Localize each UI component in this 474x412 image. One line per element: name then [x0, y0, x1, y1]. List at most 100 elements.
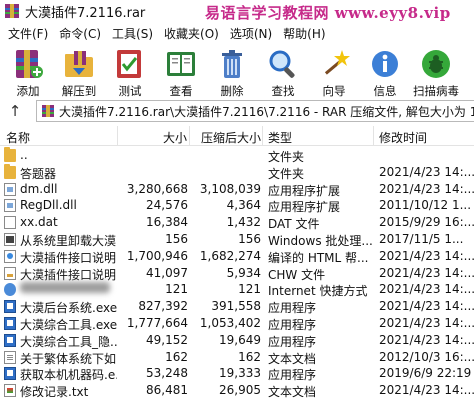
info-icon [372, 51, 398, 77]
file-row[interactable]: dm.dll 3,280,668 3,108,039 应用程序扩展 2021/4/23 … [0, 181, 474, 198]
column-divider[interactable] [373, 126, 374, 146]
menu-help[interactable]: 帮助(H) [278, 25, 330, 42]
file-list: .. 文件夹 答题器 文件夹 2021/4/23 14:... dm.dll 3,280,6… [0, 147, 474, 412]
scan-virus-label: 扫描病毒 [413, 84, 459, 98]
path-text: 大漠插件7.2116.rar\大漠插件7.2116\7.2116 - RAR 压… [59, 104, 474, 119]
file-row[interactable]: 大漠综合工具.exe 1,777,664 1,053,402 应用程序 2021/4/2… [0, 315, 474, 332]
menu-favorites[interactable]: 收藏夹(O) [159, 25, 224, 42]
file-name: 大漠插件接口说明... [20, 250, 117, 265]
file-modified: 2011/10/12 1... [379, 198, 472, 213]
dll-icon [4, 182, 16, 196]
up-arrow-icon[interactable]: ↑ [0, 102, 30, 120]
watermark-text: 易语言学习教程网 www.eyy8.vip [205, 4, 451, 22]
file-type: 编译的 HTML 帮... [268, 250, 369, 265]
file-size: 16,384 [146, 215, 188, 230]
file-packed-size: 4,364 [226, 198, 261, 213]
scan-virus-button[interactable]: 扫描病毒 [413, 44, 459, 99]
menu-file[interactable]: 文件(F) [3, 25, 53, 42]
title-bar: 大漠插件7.2116.rar 易语言学习教程网 www.eyy8.vip [0, 0, 474, 22]
view-button[interactable]: 查看 [159, 44, 203, 99]
menu-tools[interactable]: 工具(S) [107, 25, 158, 42]
delete-button[interactable]: 删除 [210, 44, 254, 99]
file-packed-size: 1,432 [226, 215, 261, 230]
file-row[interactable]: 获取本机机器码.e... 53,248 19,333 应用程序 2019/6/9 22:… [0, 365, 474, 382]
file-type: 文本文档 [268, 351, 317, 366]
file-name: 大漠综合工具.exe [20, 318, 117, 332]
file-packed-size: 156 [238, 232, 261, 246]
column-divider[interactable] [189, 126, 190, 146]
find-label: 查找 [271, 84, 295, 98]
file-name [20, 282, 117, 296]
file-size: 1,700,946 [126, 248, 188, 263]
file-packed-size: 19,649 [219, 332, 261, 347]
column-header-size[interactable]: 大小 [163, 129, 187, 146]
file-row[interactable]: 修改记录.txt 86,481 26,905 文本文档 2021/4/23 14:... [0, 382, 474, 399]
file-type: 应用程序 [268, 301, 317, 316]
file-size: 156 [165, 232, 188, 246]
file-size: 49,152 [146, 332, 188, 347]
file-name: dm.dll [20, 181, 58, 196]
file-packed-size: 26,905 [219, 383, 261, 398]
file-packed-size: 3,108,039 [199, 181, 261, 196]
test-icon [117, 50, 141, 78]
folder-icon [4, 147, 16, 162]
archive-icon [42, 105, 54, 117]
file-size: 3,280,668 [126, 181, 188, 196]
column-divider[interactable] [262, 126, 263, 146]
file-type: Windows 批处理... [268, 234, 372, 248]
file-name: 答题器 [20, 166, 57, 181]
extract-to-button[interactable]: 解压到 [57, 44, 101, 99]
chw-icon [4, 266, 16, 280]
file-name: 从系统里卸载大漠... [20, 234, 117, 248]
file-size: 24,576 [146, 198, 188, 213]
file-modified: 2021/4/23 14:... [379, 164, 474, 179]
file-size: 121 [165, 282, 188, 297]
menu-options[interactable]: 选项(N) [225, 25, 277, 42]
column-header-name[interactable]: 名称 [6, 129, 30, 146]
txt-icon [4, 350, 16, 364]
file-type: 文件夹 [268, 150, 305, 164]
file-modified: 2021/4/23 14:... [379, 265, 474, 280]
add-archive-icon [16, 50, 43, 78]
address-bar: ↑ 大漠插件7.2116.rar\大漠插件7.2116\7.2116 - RAR… [0, 100, 474, 122]
column-header-modified[interactable]: 修改时间 [379, 129, 427, 146]
file-type: 应用程序 [268, 318, 317, 332]
add-label: 添加 [16, 84, 40, 98]
info-button[interactable]: 信息 [363, 44, 407, 99]
find-button[interactable]: 查找 [261, 44, 305, 99]
path-field[interactable]: 大漠插件7.2116.rar\大漠插件7.2116\7.2116 - RAR 压… [36, 100, 474, 122]
test-button[interactable]: 测试 [108, 44, 152, 99]
file-name: 大漠后台系统.exe [20, 301, 117, 316]
file-name: xx.dat [20, 215, 58, 230]
menu-commands[interactable]: 命令(C) [54, 25, 106, 42]
file-row[interactable]: 大漠插件接口说明... 41,097 5,934 CHW 文件 2021/4/23 14… [0, 265, 474, 282]
file-modified: 2015/9/29 16:... [379, 215, 474, 230]
file-row[interactable]: 答题器 文件夹 2021/4/23 14:... [0, 163, 474, 181]
add-button[interactable]: 添加 [6, 44, 50, 99]
file-name: .. [20, 148, 28, 162]
txt-color-icon [4, 384, 16, 398]
wizard-button[interactable]: 向导 [312, 44, 356, 99]
file-name: 关于繁体系统下如... [20, 351, 117, 366]
exe-icon [4, 317, 16, 330]
winrar-app-icon [5, 4, 19, 18]
file-row[interactable]: RegDll.dll 24,576 4,364 应用程序扩展 2011/10/12 1.… [0, 197, 474, 214]
wizard-icon [324, 50, 350, 75]
column-header-packed[interactable]: 压缩后大小 [201, 129, 261, 146]
file-row[interactable]: 大漠插件接口说明... 1,700,946 1,682,274 编译的 HTML 帮.… [0, 248, 474, 265]
file-row[interactable]: 大漠综合工具_隐... 49,152 19,649 应用程序 2021/4/23 14:… [0, 332, 474, 349]
file-row[interactable]: .. 文件夹 [0, 147, 474, 164]
url-icon [4, 283, 16, 297]
file-modified: 2021/4/23 14:... [379, 282, 474, 297]
file-modified: 2021/4/23 14:... [379, 299, 474, 314]
file-row[interactable]: xx.dat 16,384 1,432 DAT 文件 2015/9/29 16:... [0, 214, 474, 231]
file-row[interactable]: 121 121 Internet 快捷方式 2021/4/23 14:... [0, 281, 474, 298]
file-row[interactable]: 从系统里卸载大漠... 156 156 Windows 批处理... 2017/11/5… [0, 231, 474, 248]
file-row[interactable]: 关于繁体系统下如... 162 162 文本文档 2012/10/3 16:... [0, 349, 474, 366]
column-divider[interactable] [117, 126, 118, 146]
column-header-type[interactable]: 类型 [268, 129, 292, 146]
file-row[interactable]: 大漠后台系统.exe 827,392 391,558 应用程序 2021/4/23 14… [0, 298, 474, 315]
file-type: 应用程序扩展 [268, 183, 341, 198]
file-name: 大漠综合工具_隐... [20, 334, 117, 349]
file-modified: 2012/10/3 16:... [379, 349, 474, 364]
